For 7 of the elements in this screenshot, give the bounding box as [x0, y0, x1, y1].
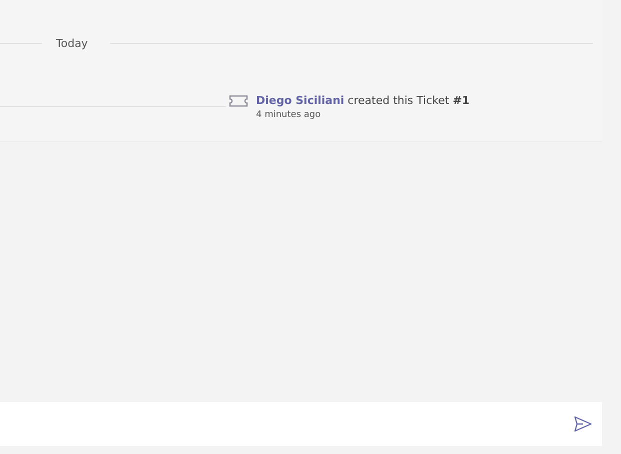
timestamp: 4 minutes ago [256, 110, 322, 120]
message-input-field[interactable] [0, 402, 602, 446]
send-icon[interactable] [574, 416, 592, 432]
user-link[interactable]: Diego Siciliani [256, 94, 344, 107]
ticket-icon [229, 95, 248, 107]
activity-text: Diego Siciliani created this Ticket #1 [256, 94, 470, 107]
date-divider-label: Today [55, 36, 89, 50]
